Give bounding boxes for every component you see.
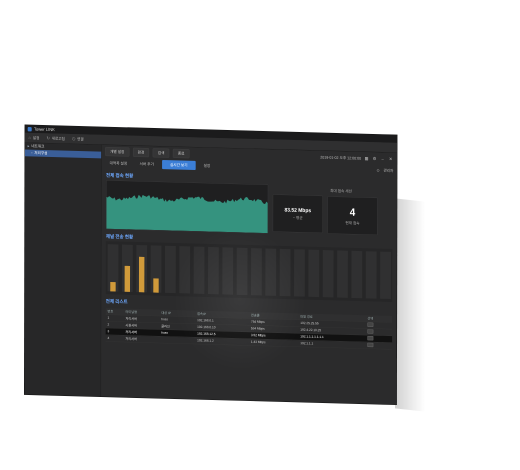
window-shadow — [395, 198, 425, 412]
tab-env[interactable]: 환경 — [132, 147, 150, 158]
app-logo-icon — [27, 126, 32, 132]
table-cell: 192.1.1.1.1.1.1.1 — [300, 335, 324, 340]
kpi-sessions-label: 최대 접속 세션 — [330, 188, 352, 194]
user-icon: ☺ — [375, 167, 381, 173]
minimize-icon[interactable]: – — [380, 156, 385, 162]
glare — [172, 225, 308, 374]
table-cell: 번호 — [107, 309, 114, 314]
sidebar-item-processing[interactable]: ▪ 처리구성 — [24, 149, 102, 159]
app-window: Tower LINK ⌂ 설정 ↻ 새로고침 ⏻ 연결 ▸ 네트워크 ▪ 처리구성 개별 … — [24, 125, 398, 405]
channel-slot — [308, 249, 320, 298]
status-tools: 2019-01-02 오후 12:00:00 ▦ ⚙ – ✕ — [320, 154, 393, 162]
channel-bar — [124, 265, 131, 292]
kpi-sessions: 4 현재 접속 — [327, 196, 378, 236]
monitor-icon: ▪ — [31, 150, 33, 156]
grid-icon[interactable]: ▦ — [364, 155, 369, 161]
sidebar: ▸ 네트워크 ▪ 처리구성 — [24, 142, 102, 397]
table-cell: 192.4.22.10.25 — [300, 328, 322, 333]
channel-slot — [322, 250, 334, 298]
row-checkbox[interactable] — [367, 329, 374, 334]
table-cell: 처리서버 — [125, 330, 137, 335]
add-server-button[interactable]: 서버 추가 — [135, 159, 158, 169]
row-checkbox[interactable] — [367, 322, 374, 327]
table-cell: 3 — [107, 329, 110, 334]
status-datetime: 2019-01-02 오후 12:00:00 — [320, 154, 362, 161]
table-cell: 시퀀서버 — [125, 323, 137, 328]
table-cell: 192.25.25.55 — [300, 321, 319, 326]
table-cell: 2 — [107, 323, 110, 327]
folder-icon: ▸ — [27, 143, 30, 149]
window-title: Tower LINK — [33, 126, 55, 133]
home-icon: ⌂ — [28, 135, 32, 141]
channel-bar — [153, 278, 159, 293]
channel-bar — [110, 281, 116, 292]
kpi-throughput-sub: ~ 평균 — [292, 215, 303, 220]
table-cell — [366, 335, 384, 342]
table-cell: 터미널명 — [125, 310, 138, 315]
table-cell: 1 — [107, 316, 110, 320]
table-cell: 선택 — [367, 316, 374, 321]
realtime-view-button[interactable]: 실시간 보기 — [161, 159, 196, 170]
table-cell — [366, 329, 384, 335]
toolbar-refresh[interactable]: ↻ 새로고침 — [47, 135, 65, 141]
table-cell: 처리서버 — [125, 337, 137, 341]
kpi-sessions-value: 4 — [349, 205, 356, 218]
gear-icon[interactable]: ⚙ — [372, 156, 377, 162]
user-status: ☺ 관리자 — [375, 167, 394, 173]
channel-slot — [351, 250, 363, 299]
table-cell: 4 — [107, 336, 110, 340]
power-icon: ⏻ — [72, 136, 76, 142]
table-cell: 192.1.1.1 — [298, 342, 365, 347]
refresh-icon: ↻ — [46, 135, 50, 141]
bandwidth-button[interactable]: 대역폭 설정 — [105, 158, 131, 168]
toolbar-connect[interactable]: ⏻ 연결 — [72, 136, 84, 142]
channel-slot — [337, 250, 348, 298]
kpi-throughput-value: 83.52 Mbps — [284, 206, 312, 214]
close-icon[interactable]: ✕ — [388, 156, 393, 162]
tab-exit[interactable]: 종료 — [172, 148, 190, 159]
channel-slot — [365, 251, 377, 299]
settings-button[interactable]: 설정 — [199, 161, 215, 171]
table-cell — [366, 322, 384, 328]
row-checkbox[interactable] — [367, 342, 374, 348]
table-cell — [366, 342, 384, 349]
tab-individual[interactable]: 개별 설정 — [105, 146, 130, 157]
channel-bar — [138, 256, 145, 293]
kpi-sessions-wrap: 최대 접속 세션 4 현재 접속 — [327, 186, 378, 236]
row-checkbox[interactable] — [367, 335, 374, 341]
table-cell: 처리서버 — [125, 317, 137, 321]
channel-slot — [380, 251, 391, 300]
kpi-sessions-sub: 현재 접속 — [345, 220, 360, 226]
toolbar-settings[interactable]: ⌂ 설정 — [29, 135, 40, 141]
tab-search[interactable]: 검색 — [152, 147, 170, 158]
scene: Tower LINK ⌂ 설정 ↻ 새로고침 ⏻ 연결 ▸ 네트워크 ▪ 처리구성 개별 … — [0, 0, 520, 470]
